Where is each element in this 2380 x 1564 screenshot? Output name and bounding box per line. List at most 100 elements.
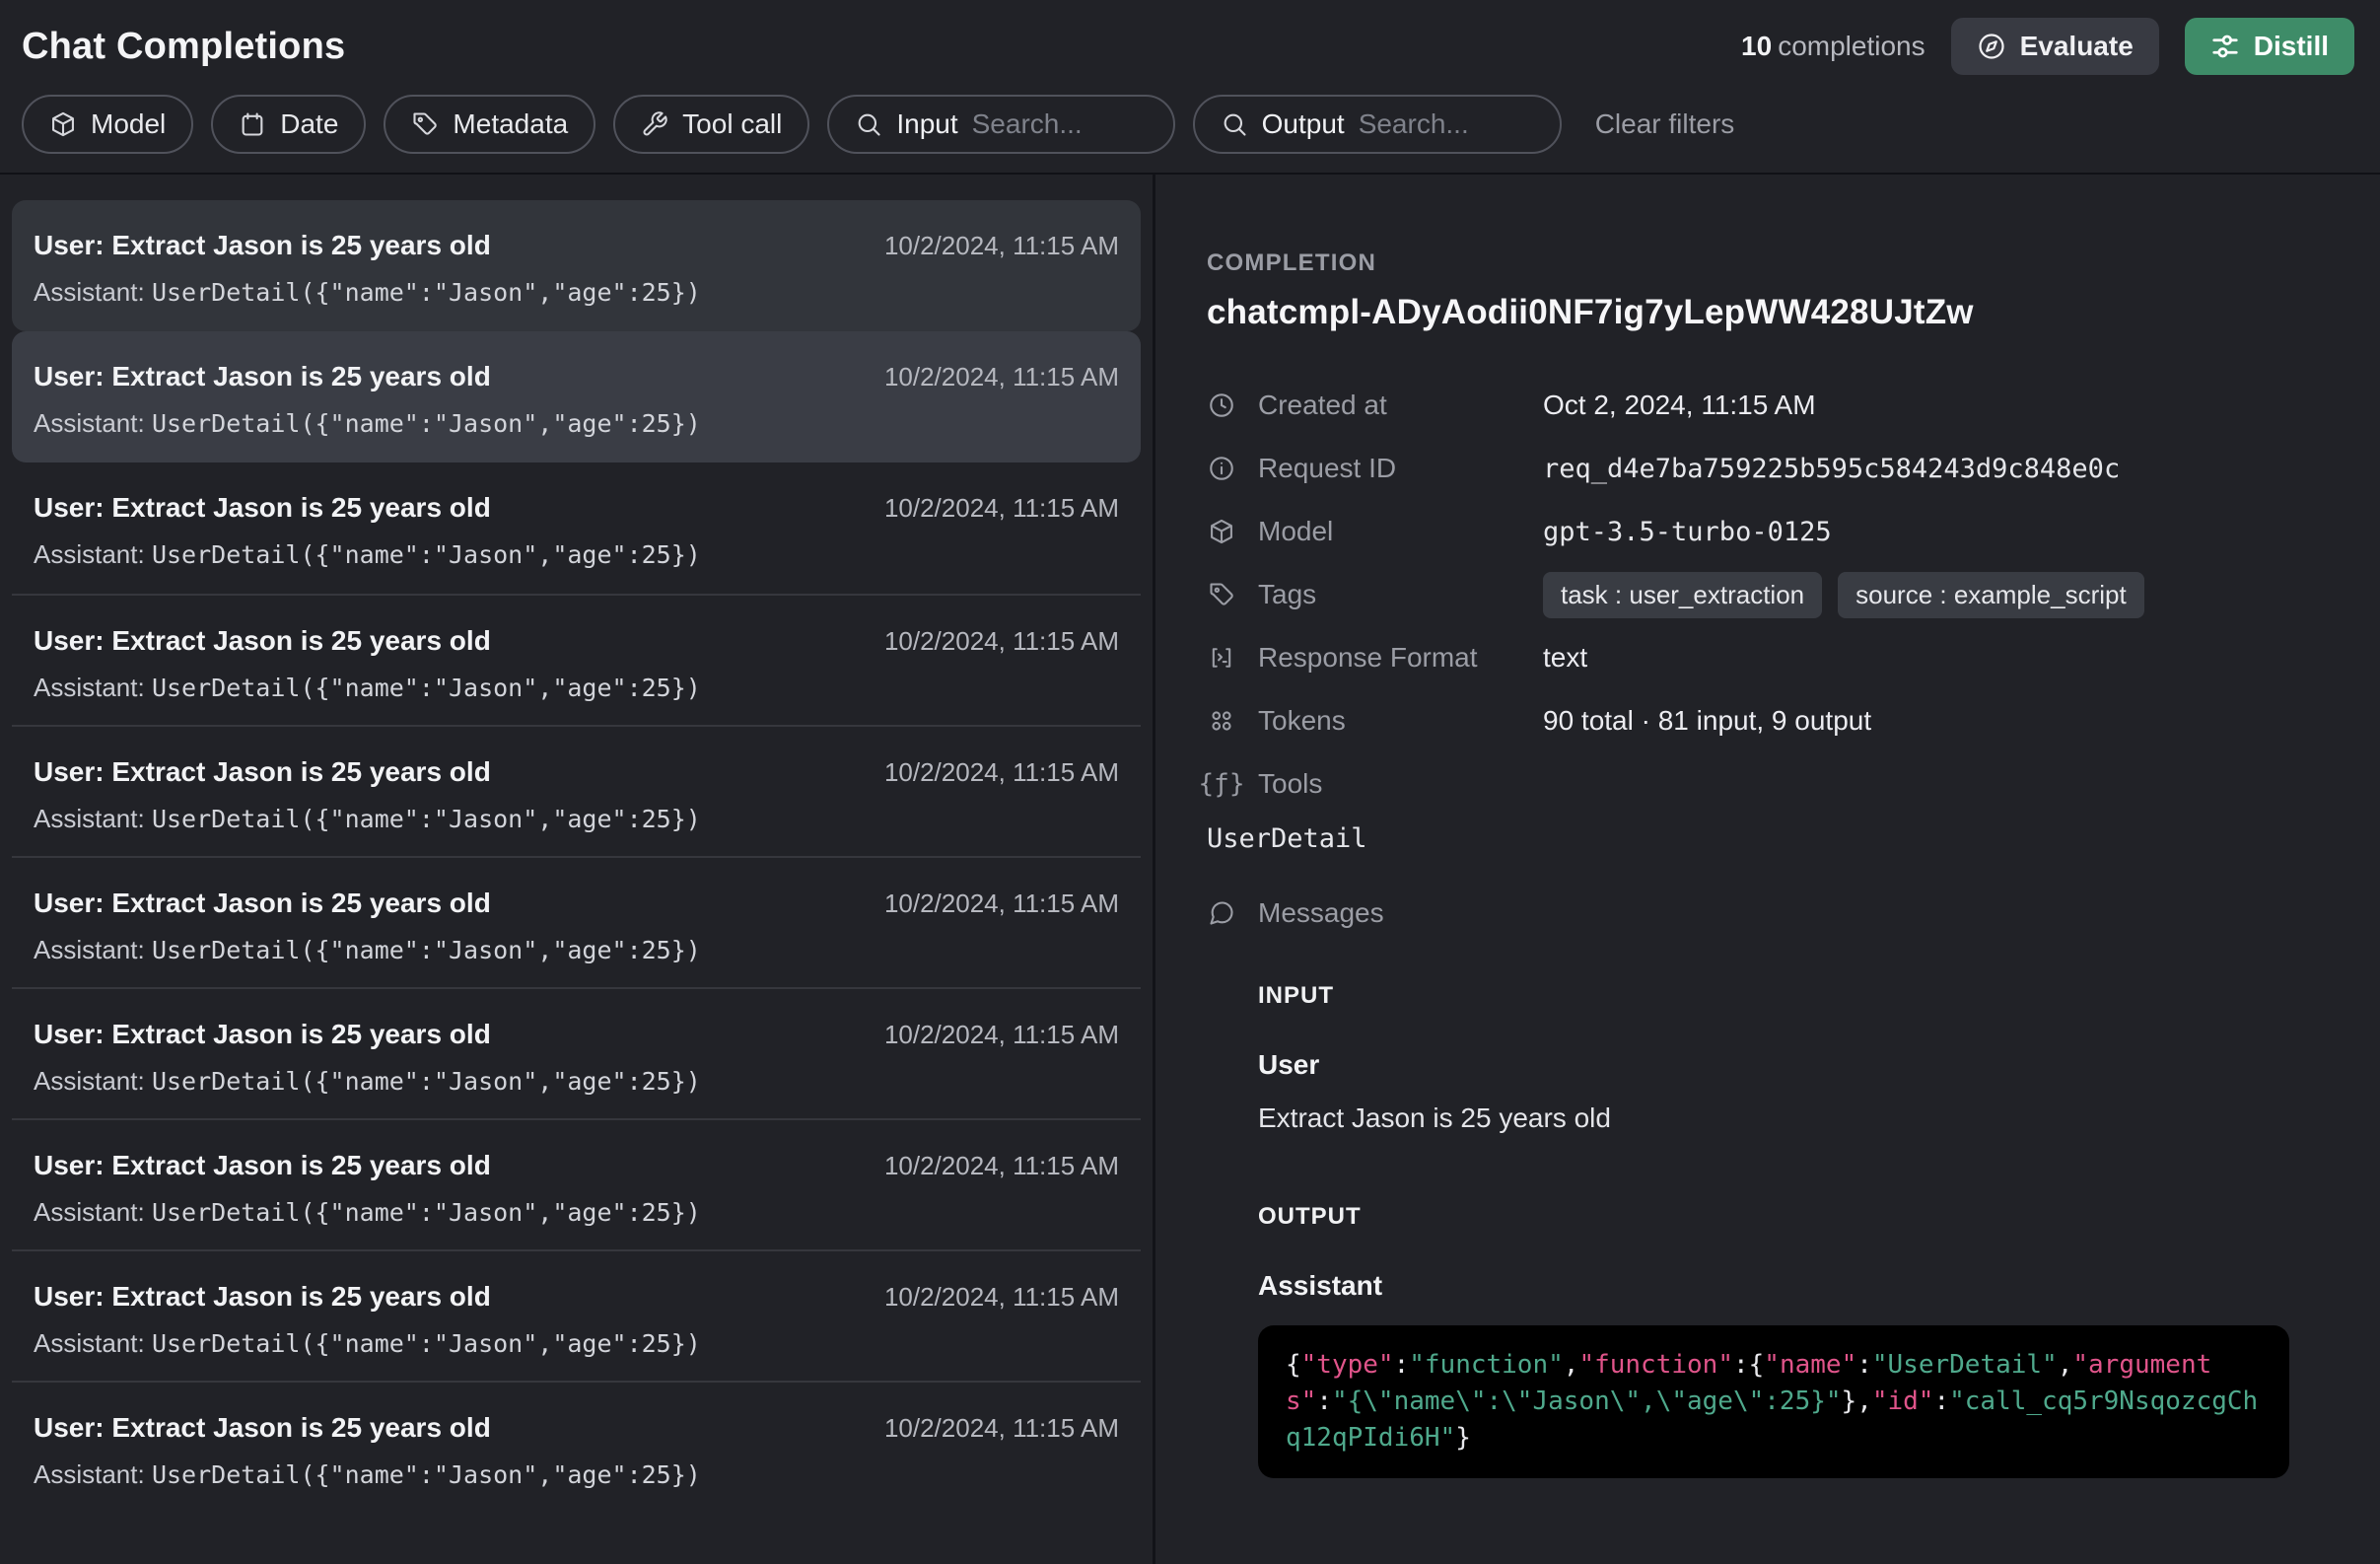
- assistant-prefix: Assistant:: [34, 804, 152, 833]
- model-value: gpt-3.5-turbo-0125: [1543, 517, 1832, 547]
- output-role: Assistant: [1258, 1270, 2380, 1302]
- request-id-value: req_d4e7ba759225b595c584243d9c848e0c: [1543, 454, 2120, 484]
- search-icon: [855, 110, 882, 138]
- cube-icon: [1207, 518, 1236, 545]
- header-actions: 10completions Evaluate Distill: [1741, 18, 2354, 75]
- list-item-user: User: Extract Jason is 25 years old: [34, 230, 491, 261]
- assistant-code: UserDetail({"name":"Jason","age":25}): [152, 805, 701, 833]
- completion-section-label: COMPLETION: [1207, 249, 2380, 277]
- created-at-row: Created at Oct 2, 2024, 11:15 AM: [1207, 374, 2380, 437]
- tool-call-filter-label: Tool call: [682, 108, 782, 140]
- list-item[interactable]: User: Extract Jason is 25 years old 10/2…: [12, 594, 1141, 725]
- assistant-prefix: Assistant:: [34, 277, 152, 307]
- assistant-code: UserDetail({"name":"Jason","age":25}): [152, 540, 701, 569]
- assistant-code: UserDetail({"name":"Jason","age":25}): [152, 1067, 701, 1096]
- created-at-label: Created at: [1258, 390, 1543, 421]
- evaluate-button-label: Evaluate: [2020, 31, 2134, 62]
- response-format-value: text: [1543, 642, 1587, 674]
- list-item[interactable]: User: Extract Jason is 25 years old 10/2…: [12, 987, 1141, 1118]
- wrench-icon: [641, 110, 668, 138]
- sliders-icon: [2210, 32, 2240, 61]
- input-heading: INPUT: [1258, 982, 2380, 1010]
- date-filter-label: Date: [280, 108, 338, 140]
- list-item-user: User: Extract Jason is 25 years old: [34, 361, 491, 392]
- tags-chips: task : user_extraction source : example_…: [1543, 572, 2144, 618]
- tokens-label: Tokens: [1258, 705, 1543, 737]
- assistant-prefix: Assistant:: [34, 935, 152, 964]
- assistant-code-block: {"type":"function","function":{"name":"U…: [1258, 1325, 2289, 1478]
- completions-count-number: 10: [1741, 31, 1772, 61]
- date-filter[interactable]: Date: [211, 95, 366, 154]
- list-item-user: User: Extract Jason is 25 years old: [34, 1281, 491, 1313]
- list-item-timestamp: 10/2/2024, 11:15 AM: [884, 757, 1119, 788]
- completion-detail-panel: COMPLETION chatcmpl-ADyAodii0NF7ig7yLepW…: [1155, 175, 2380, 1564]
- list-item-user: User: Extract Jason is 25 years old: [34, 625, 491, 657]
- assistant-code: UserDetail({"name":"Jason","age":25}): [152, 674, 701, 702]
- list-item[interactable]: User: Extract Jason is 25 years old 10/2…: [12, 1118, 1141, 1249]
- metadata-filter[interactable]: Metadata: [384, 95, 595, 154]
- list-item-timestamp: 10/2/2024, 11:15 AM: [884, 362, 1119, 392]
- response-format-label: Response Format: [1258, 642, 1543, 674]
- list-item[interactable]: User: Extract Jason is 25 years old 10/2…: [12, 725, 1141, 856]
- compass-icon: [1977, 32, 2006, 61]
- tag-icon: [1207, 581, 1236, 608]
- list-item[interactable]: User: Extract Jason is 25 years old 10/2…: [12, 200, 1141, 331]
- list-item-timestamp: 10/2/2024, 11:15 AM: [884, 1020, 1119, 1050]
- assistant-prefix: Assistant:: [34, 539, 152, 569]
- input-role: User: [1258, 1049, 2380, 1081]
- tags-label: Tags: [1258, 579, 1543, 610]
- completions-list[interactable]: User: Extract Jason is 25 years old 10/2…: [0, 175, 1155, 1564]
- distill-button-label: Distill: [2254, 31, 2329, 62]
- request-id-label: Request ID: [1258, 453, 1543, 484]
- completion-id: chatcmpl-ADyAodii0NF7ig7yLepWW428UJtZw: [1207, 293, 2380, 332]
- model-label: Model: [1258, 516, 1543, 547]
- cube-icon: [49, 110, 77, 138]
- messages-row: Messages: [1207, 882, 2380, 945]
- list-item[interactable]: User: Extract Jason is 25 years old 10/2…: [12, 331, 1141, 462]
- calendar-icon: [239, 110, 266, 138]
- list-item[interactable]: User: Extract Jason is 25 years old 10/2…: [12, 462, 1141, 594]
- tag-icon: [411, 110, 439, 138]
- tag-chip: source : example_script: [1838, 572, 2144, 618]
- messages-label: Messages: [1258, 897, 1543, 929]
- search-icon: [1221, 110, 1248, 138]
- output-search-field[interactable]: [1359, 108, 1534, 140]
- evaluate-button[interactable]: Evaluate: [1951, 18, 2159, 75]
- metadata-filter-label: Metadata: [453, 108, 568, 140]
- list-item-timestamp: 10/2/2024, 11:15 AM: [884, 1413, 1119, 1444]
- list-item-timestamp: 10/2/2024, 11:15 AM: [884, 1282, 1119, 1313]
- distill-button[interactable]: Distill: [2185, 18, 2354, 75]
- page-title: Chat Completions: [22, 26, 345, 68]
- tool-name: UserDetail: [1207, 823, 2380, 854]
- output-search-pill[interactable]: Output: [1193, 95, 1562, 154]
- code-brackets-icon: [1207, 644, 1236, 672]
- list-item[interactable]: User: Extract Jason is 25 years old 10/2…: [12, 1249, 1141, 1381]
- completions-count-label: completions: [1778, 31, 1925, 61]
- list-item-timestamp: 10/2/2024, 11:15 AM: [884, 626, 1119, 657]
- request-id-row: Request ID req_d4e7ba759225b595c584243d9…: [1207, 437, 2380, 500]
- list-item[interactable]: User: Extract Jason is 25 years old 10/2…: [12, 856, 1141, 987]
- assistant-code: UserDetail({"name":"Jason","age":25}): [152, 1460, 701, 1489]
- input-search-pill[interactable]: Input: [827, 95, 1174, 154]
- clock-icon: [1207, 391, 1236, 419]
- model-filter[interactable]: Model: [22, 95, 193, 154]
- assistant-prefix: Assistant:: [34, 1197, 152, 1227]
- assistant-code: UserDetail({"name":"Jason","age":25}): [152, 1198, 701, 1227]
- created-at-value: Oct 2, 2024, 11:15 AM: [1543, 390, 1816, 421]
- assistant-prefix: Assistant:: [34, 673, 152, 702]
- list-item-user: User: Extract Jason is 25 years old: [34, 888, 491, 919]
- model-row: Model gpt-3.5-turbo-0125: [1207, 500, 2380, 563]
- tools-row: {ƒ} Tools: [1207, 752, 2380, 816]
- list-item[interactable]: User: Extract Jason is 25 years old 10/2…: [12, 1381, 1141, 1512]
- filter-bar: Model Date Metadata Tool call Input Outp…: [0, 93, 2380, 173]
- tool-call-filter[interactable]: Tool call: [613, 95, 809, 154]
- response-format-row: Response Format text: [1207, 626, 2380, 689]
- tools-label: Tools: [1258, 768, 1543, 800]
- tokens-value: 90 total · 81 input, 9 output: [1543, 705, 1871, 737]
- tokens-grid-icon: [1207, 707, 1236, 735]
- input-search-field[interactable]: [972, 108, 1148, 140]
- main-split: User: Extract Jason is 25 years old 10/2…: [0, 175, 2380, 1564]
- list-item-timestamp: 10/2/2024, 11:15 AM: [884, 889, 1119, 919]
- clear-filters-button[interactable]: Clear filters: [1595, 108, 1735, 140]
- assistant-code: UserDetail({"name":"Jason","age":25}): [152, 278, 701, 307]
